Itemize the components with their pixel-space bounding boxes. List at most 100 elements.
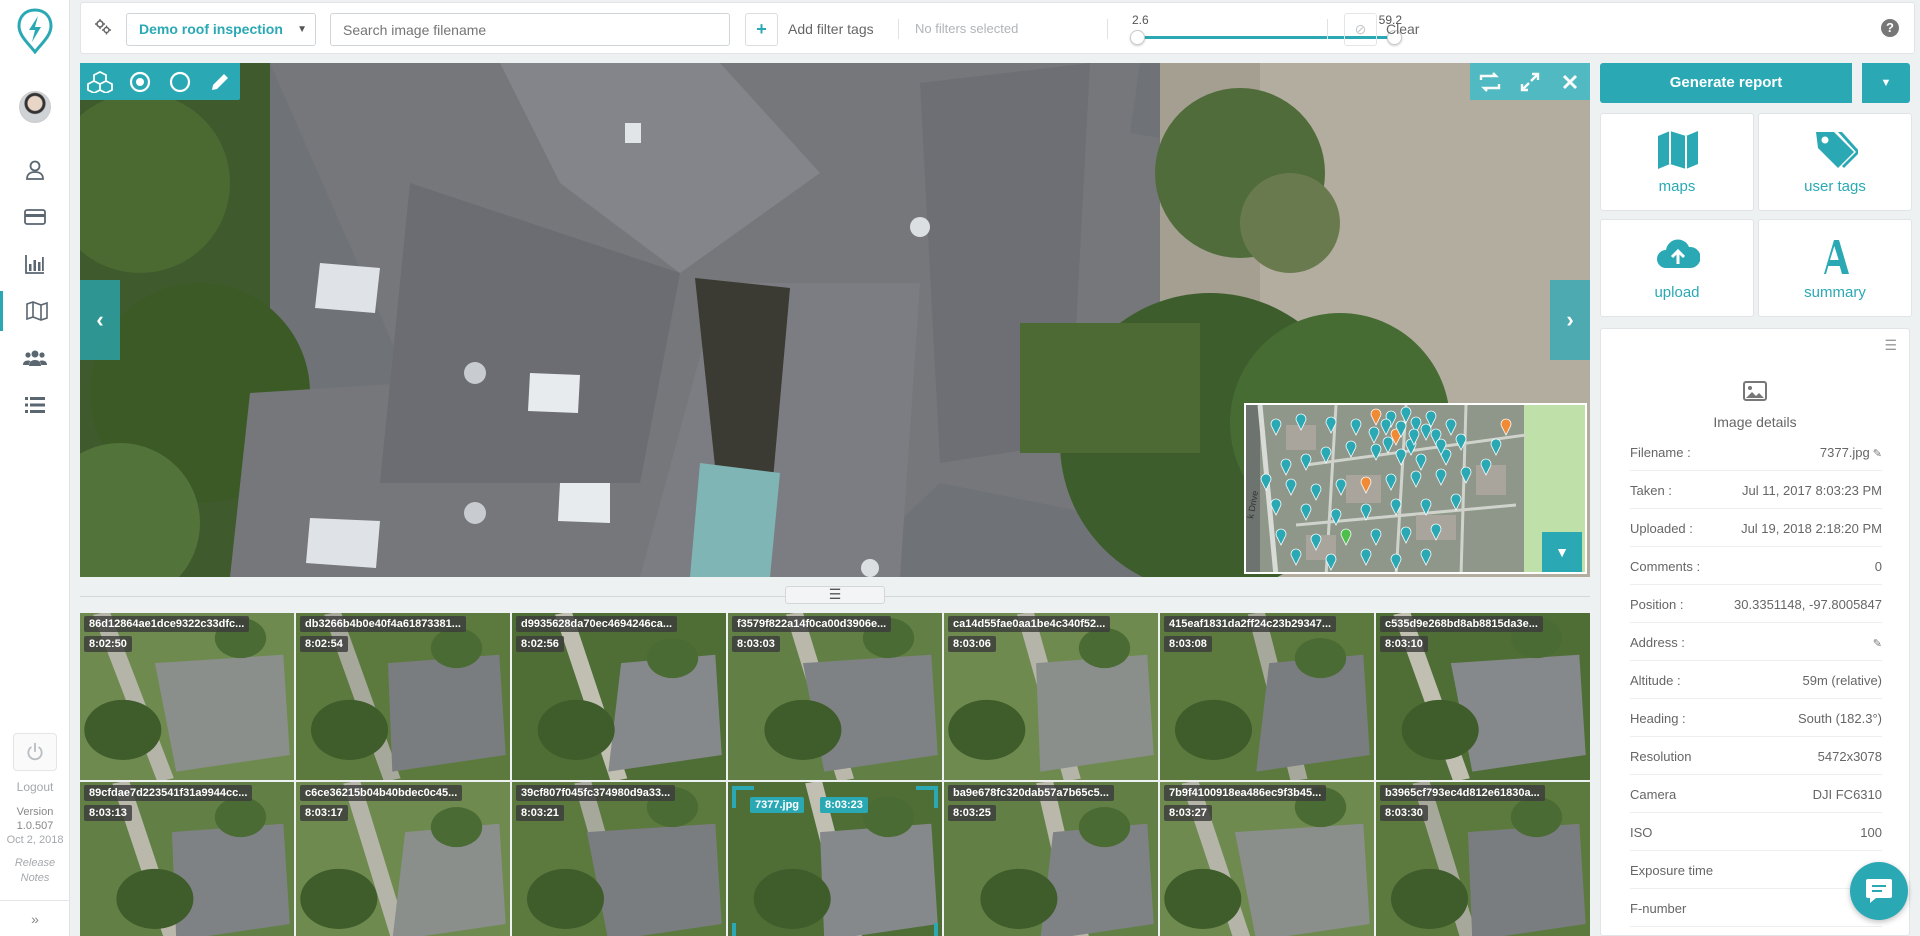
thumbnail[interactable]: ca14d55fae0aa1be4c340f52... 8:03:06 [944, 613, 1158, 780]
thumbnail-time: 8:03:08 [1164, 636, 1212, 652]
collapse-nav-button[interactable]: » [0, 900, 70, 936]
detail-key: F-number [1630, 901, 1687, 916]
nav-team[interactable] [0, 338, 70, 378]
report-options-dropdown[interactable]: ▼ [1862, 63, 1910, 103]
thumbnail-time: 8:03:10 [1380, 636, 1428, 652]
settings-icon[interactable] [95, 19, 111, 35]
thumbnail-grid: 86d12864ae1dce9322c33dfc... 8:02:50 db326… [80, 613, 1590, 936]
avatar[interactable] [19, 91, 51, 123]
thumbnail[interactable]: 415eaf1831da2ff24c23b29347... 8:03:08 [1160, 613, 1374, 780]
upload-label: upload [1654, 284, 1700, 301]
thumbnail-selected[interactable]: 7377.jpg 8:03:23 [728, 782, 942, 936]
thumbnail-filename: c6ce36215b04b40bdec0c45... [300, 785, 463, 801]
detail-value-text: 30.3351148, -97.8005847 [1734, 597, 1882, 612]
nav-analytics[interactable] [0, 244, 70, 284]
thumbnail[interactable]: c535d9e268bd8ab8815da3e... 8:03:10 [1376, 613, 1590, 780]
maps-card[interactable]: maps [1600, 113, 1754, 211]
thumbnail[interactable]: b3965cf793ec4d812e61830a... 8:03:30 [1376, 782, 1590, 936]
thumbnail-time: 8:03:21 [516, 805, 564, 821]
power-icon [27, 742, 43, 761]
search-input[interactable] [330, 13, 730, 46]
filter-bar: Demo roof inspection ▼ + Add filter tags… [80, 2, 1915, 54]
chat-widget-button[interactable] [1850, 862, 1908, 920]
image-icon [1743, 381, 1767, 401]
detail-row: Comments : 0 [1630, 547, 1882, 585]
detail-key: Camera [1630, 787, 1677, 802]
upload-card[interactable]: upload [1600, 219, 1754, 317]
thumbnail[interactable]: 7b9f4100918ea486ec9f3b45... 8:03:27 [1160, 782, 1374, 936]
thumbnail[interactable]: d9935628da70ec4694246ca... 8:02:56 [512, 613, 726, 780]
help-button[interactable]: ? [1881, 19, 1899, 37]
mini-map-canvas: k Drive [1246, 405, 1585, 572]
thumbnail-filename: c535d9e268bd8ab8815da3e... [1380, 616, 1543, 632]
next-image-button[interactable]: › [1550, 280, 1590, 360]
tool-point[interactable] [120, 63, 160, 100]
add-filter-tag-button[interactable]: + [745, 13, 778, 46]
selection-corner [732, 786, 754, 808]
user-tags-card[interactable]: user tags [1758, 113, 1912, 211]
image-viewer[interactable]: ‹ › k Drive ▼ [80, 63, 1590, 577]
resize-handle[interactable]: ☰ [785, 586, 885, 604]
detail-row: F-number [1630, 889, 1882, 927]
thumbnail[interactable]: 89cfdae7d223541f31a9944cc... 8:03:13 [80, 782, 294, 936]
thumbnail-filename: 86d12864ae1dce9322c33dfc... [84, 616, 250, 632]
tool-circle[interactable] [160, 63, 200, 100]
slider-handle-min[interactable] [1130, 30, 1145, 45]
detail-value-text: 59m (relative) [1802, 673, 1882, 688]
version-date: Oct 2, 2018 [6, 834, 64, 846]
dot-circle-icon [129, 71, 151, 92]
detail-key: Taken : [1630, 483, 1672, 498]
release-notes-link[interactable]: Release Notes [0, 856, 70, 886]
tool-layers[interactable] [80, 63, 120, 100]
thumbnail[interactable]: 39cf807f045fc374980d9a33... 8:03:21 [512, 782, 726, 936]
edit-icon[interactable]: ✎ [1873, 638, 1882, 650]
details-menu-icon[interactable]: ☰ [1884, 337, 1897, 354]
logout-label[interactable]: Logout [0, 780, 70, 794]
detail-value-text: Jul 19, 2018 2:18:20 PM [1741, 521, 1882, 536]
thumbnail-time: 8:03:25 [948, 805, 996, 821]
rotate-icon [1479, 71, 1501, 92]
tool-draw[interactable] [200, 63, 240, 100]
nav-maps[interactable] [0, 291, 70, 331]
close-viewer-button[interactable] [1550, 63, 1590, 100]
detail-value[interactable]: 7377.jpg ✎ [1820, 445, 1882, 460]
thumbnail-filename: 415eaf1831da2ff24c23b29347... [1164, 616, 1337, 632]
edit-icon[interactable]: ✎ [1873, 448, 1882, 460]
thumbnail[interactable]: 86d12864ae1dce9322c33dfc... 8:02:50 [80, 613, 294, 780]
logout-button[interactable] [13, 733, 57, 771]
thumbnail[interactable]: c6ce36215b04b40bdec0c45... 8:03:17 [296, 782, 510, 936]
thumbnail-filename: 89cfdae7d223541f31a9944cc... [84, 785, 253, 801]
user-tags-label: user tags [1804, 178, 1866, 195]
detail-row: Camera DJI FC6310 [1630, 775, 1882, 813]
mini-map-toggle-button[interactable]: ▼ [1542, 532, 1582, 572]
detail-value[interactable]: ✎ [1870, 635, 1882, 650]
generate-report-button[interactable]: Generate report [1600, 63, 1852, 103]
mini-map[interactable]: k Drive [1244, 403, 1587, 574]
summary-card[interactable]: summary [1758, 219, 1912, 317]
circle-icon [169, 71, 191, 92]
thumbnail[interactable]: f3579f822a14f0ca00d3906e... 8:03:03 [728, 613, 942, 780]
cubes-icon [87, 70, 113, 93]
detail-value: Jul 11, 2017 8:03:23 PM [1742, 483, 1882, 498]
credit-card-icon [24, 209, 46, 225]
no-filters-text: No filters selected [915, 21, 1019, 36]
thumbnail[interactable]: db3266b4b0e40f4a61873381... 8:02:54 [296, 613, 510, 780]
clear-filters-button[interactable]: ⊘ [1344, 13, 1377, 46]
fullscreen-button[interactable] [1510, 63, 1550, 100]
logo-icon[interactable] [17, 8, 53, 54]
chat-icon [1866, 879, 1892, 903]
detail-key: Resolution [1630, 749, 1692, 764]
thumbnail-time: 8:03:03 [732, 636, 780, 652]
nav-list[interactable] [0, 385, 70, 425]
nav-billing[interactable] [0, 197, 70, 237]
project-select[interactable]: Demo roof inspection ▼ [126, 13, 316, 46]
altitude-min-value: 2.6 [1132, 13, 1149, 27]
add-filter-tag-label[interactable]: Add filter tags [788, 21, 874, 37]
thumbnail[interactable]: ba9e678fc320dab57a7b65c5... 8:03:25 [944, 782, 1158, 936]
nav-account[interactable] [0, 150, 70, 190]
clear-filters-label[interactable]: Clear [1386, 21, 1419, 37]
divider [1327, 19, 1328, 39]
rotate-button[interactable] [1470, 63, 1510, 100]
detail-row: Resolution 5472x3078 [1630, 737, 1882, 775]
previous-image-button[interactable]: ‹ [80, 280, 120, 360]
